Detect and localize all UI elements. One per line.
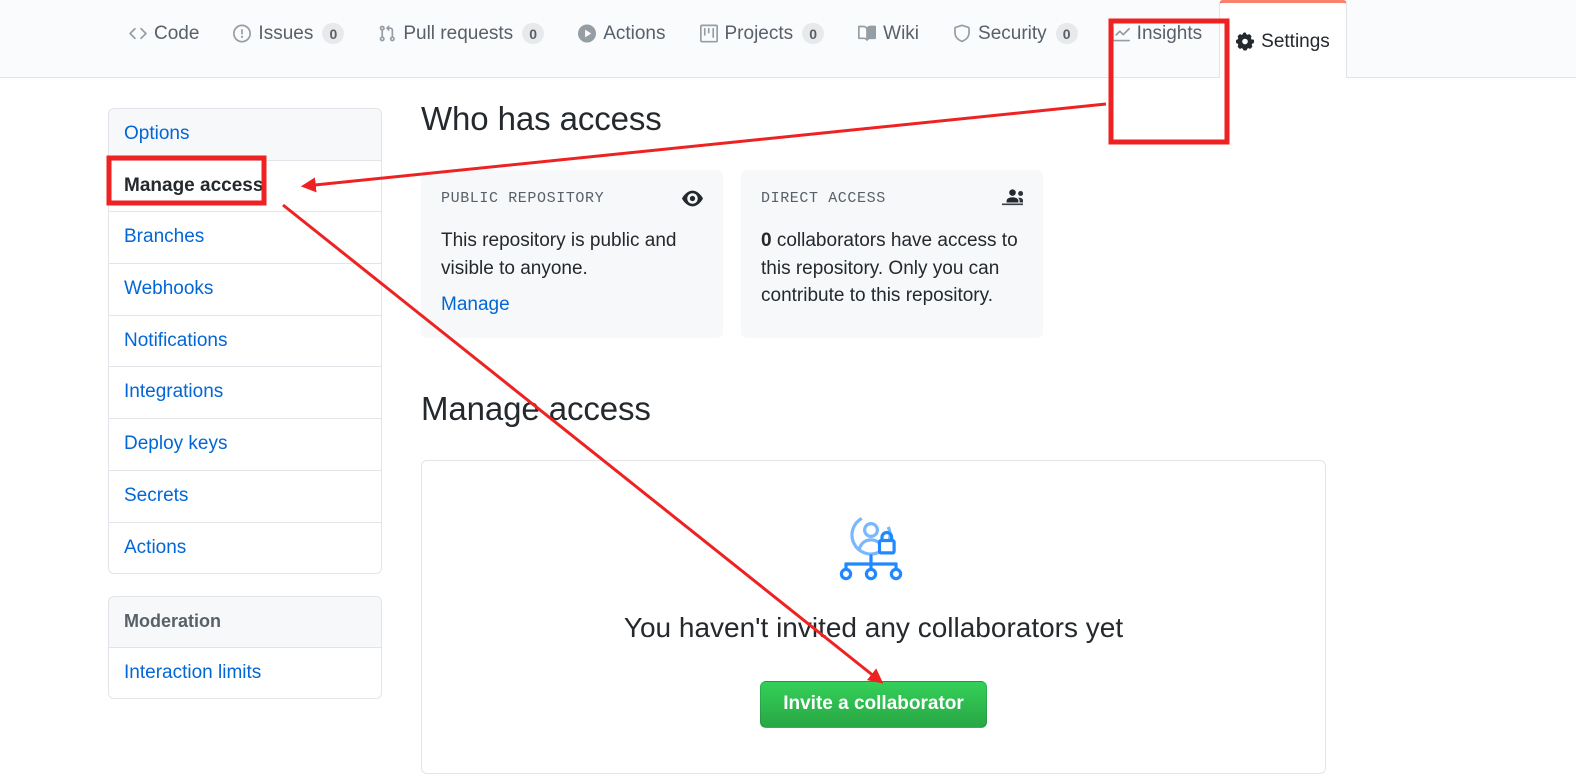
direct-access-card-eyebrow: DIRECT ACCESS [761,190,886,208]
direct-access-card: DIRECT ACCESS 0 collaborators have acces… [741,170,1043,339]
repo-navigation-bar: Code Issues 0 Pull requests 0 Actions Projects… [0,0,1576,78]
nav-tab-counter: 0 [1055,23,1078,44]
nav-tab-insights[interactable]: Insights [1095,0,1219,62]
public-card-body: This repository is public and visible to… [441,230,677,279]
sidebar-item-actions[interactable]: Actions [109,522,381,574]
who-has-access-title: Who has access [421,100,662,137]
nav-tab-label: Pull requests [403,23,514,44]
nav-tab-counter: 0 [322,23,345,44]
git-pull-request-icon [378,25,396,43]
nav-tab-actions[interactable]: Actions [561,0,682,62]
sidebar-item-interaction-limits[interactable]: Interaction limits [109,647,381,699]
graph-icon [1111,25,1130,43]
collaborator-count: 0 [761,230,772,252]
nav-tab-label: Security [978,23,1047,44]
direct-access-card-body: 0 collaborators have access to this repo… [761,227,1023,310]
public-repository-card: PUBLIC REPOSITORY This repository is pub… [421,170,723,339]
nav-tab-label: Issues [258,23,314,44]
nav-tab-label: Wiki [883,23,920,44]
access-cards: PUBLIC REPOSITORY This repository is pub… [421,170,1326,339]
direct-access-card-header: DIRECT ACCESS [761,188,1024,214]
blankslate-heading: You haven't invited any collaborators ye… [623,612,1124,644]
shield-icon [953,24,971,43]
sidebar-item-branches[interactable]: Branches [109,212,381,265]
nav-tab-wiki[interactable]: Wiki [841,0,936,62]
play-icon [578,24,597,43]
collaborators-blankslate: You haven't invited any collaborators ye… [421,459,1326,774]
collaborators-lock-illustration-icon [837,511,911,588]
invite-collaborator-button[interactable]: Invite a collaborator [760,681,987,728]
nav-tab-counter: 0 [522,23,545,44]
nav-tab-label: Projects [724,23,794,44]
public-card-header: PUBLIC REPOSITORY [441,188,703,214]
settings-sidebar: Options Manage access Branches Webhooks Noti… [108,108,382,700]
nav-tab-security[interactable]: Security 0 [936,0,1095,62]
nav-tab-label: Settings [1261,31,1330,52]
eye-icon [682,188,703,214]
book-icon [858,25,877,43]
project-icon [699,24,718,43]
people-icon [1002,188,1024,214]
manage-access-title: Manage access [421,390,651,428]
nav-tab-counter: 0 [802,23,825,44]
nav-tab-label: Code [154,23,200,44]
nav-tab-label: Insights [1136,23,1203,44]
sidebar-item-manage-access[interactable]: Manage access [109,160,381,213]
gear-icon [1236,32,1255,51]
sidebar-item-deploy-keys[interactable]: Deploy keys [109,419,381,471]
nav-tab-issues[interactable]: Issues 0 [216,0,361,62]
sidebar-item-options[interactable]: Options [109,109,381,161]
settings-main-content: Who has access PUBLIC REPOSITORY This re… [421,98,1326,774]
public-card-eyebrow: PUBLIC REPOSITORY [441,190,605,208]
issue-opened-icon [233,24,252,43]
sidebar-item-webhooks[interactable]: Webhooks [109,264,381,316]
sidebar-item-integrations[interactable]: Integrations [109,367,381,420]
nav-tab-code[interactable]: Code [112,0,216,62]
sidebar-item-secrets[interactable]: Secrets [109,470,381,523]
direct-access-card-text: collaborators have access to this reposi… [761,230,1018,307]
code-icon [129,25,147,43]
sidebar-heading-moderation: Moderation [109,597,381,648]
nav-tab-pull-requests[interactable]: Pull requests 0 [361,0,561,62]
nav-tab-settings[interactable]: Settings [1219,0,1347,78]
nav-tab-label: Actions [603,23,666,44]
sidebar-item-notifications[interactable]: Notifications [109,315,381,368]
repo-nav-tab-list: Code Issues 0 Pull requests 0 Actions Projects… [112,0,1347,78]
sidebar-menu-group: Moderation Interaction limits [108,596,382,700]
nav-tab-projects[interactable]: Projects 0 [683,0,842,62]
sidebar-menu-group: Options Manage access Branches Webhooks Noti… [108,108,382,575]
public-card-manage-link[interactable]: Manage [441,294,510,316]
